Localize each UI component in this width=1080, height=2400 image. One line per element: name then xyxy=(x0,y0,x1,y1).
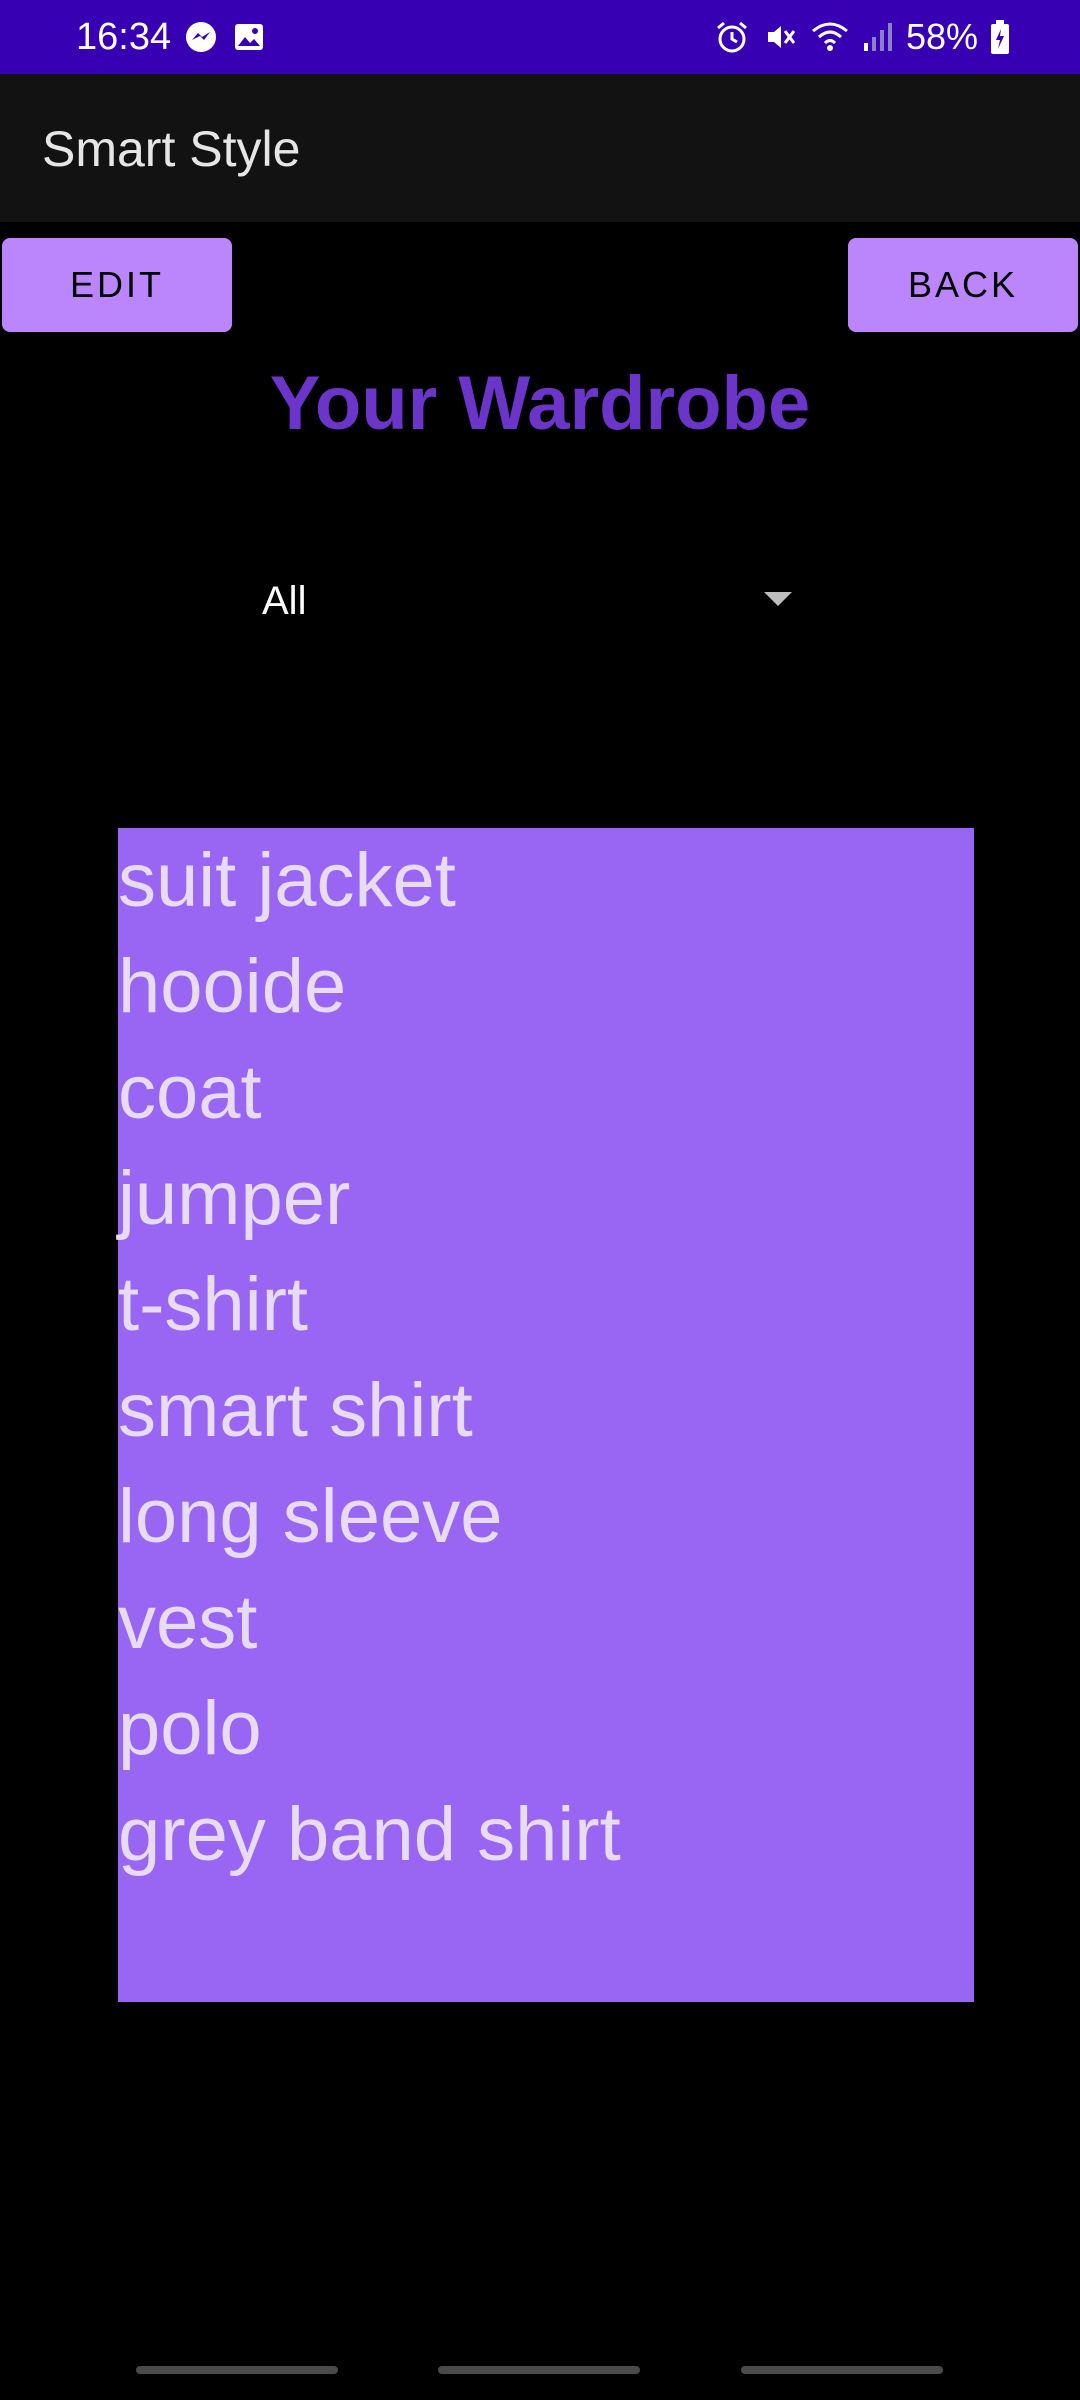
list-item[interactable]: polo xyxy=(118,1676,974,1782)
nav-recents-handle[interactable] xyxy=(136,2366,338,2374)
list-item[interactable]: jumper xyxy=(118,1146,974,1252)
back-button[interactable]: BACK xyxy=(848,238,1078,332)
dropdown-arrow-icon xyxy=(764,592,792,606)
status-left-icons xyxy=(184,20,266,59)
battery-icon xyxy=(990,19,1010,55)
alarm-icon xyxy=(714,19,750,55)
nav-home-handle[interactable] xyxy=(438,2366,640,2374)
status-time: 16:34 xyxy=(76,16,172,58)
messenger-icon xyxy=(184,20,218,59)
list-item[interactable]: t-shirt xyxy=(118,1252,974,1358)
list-item[interactable]: smart shirt xyxy=(118,1358,974,1464)
list-item[interactable]: suit jacket xyxy=(118,828,974,934)
list-item[interactable]: vest xyxy=(118,1570,974,1676)
list-item[interactable]: hooide xyxy=(118,934,974,1040)
category-filter-value: All xyxy=(262,579,307,623)
category-filter-dropdown[interactable]: All xyxy=(244,560,804,644)
nav-back-handle[interactable] xyxy=(741,2366,943,2374)
app-bar: Smart Style xyxy=(0,74,1080,222)
edit-button[interactable]: EDIT xyxy=(2,238,232,332)
list-item[interactable]: long sleeve xyxy=(118,1464,974,1570)
navigation-bar xyxy=(0,2366,1080,2376)
status-bar: 16:34 58% xyxy=(0,0,1080,74)
list-item[interactable]: grey band shirt xyxy=(118,1782,974,1888)
signal-icon xyxy=(862,19,894,55)
status-right: 58% xyxy=(714,14,1010,60)
app-title: Smart Style xyxy=(42,121,301,177)
page-title: Your Wardrobe xyxy=(269,361,811,446)
wardrobe-list: suit jacket hooide coat jumper t-shirt s… xyxy=(118,828,974,2002)
wifi-icon xyxy=(810,19,850,55)
image-icon xyxy=(232,20,266,59)
list-item[interactable]: coat xyxy=(118,1040,974,1146)
mute-icon xyxy=(762,19,798,55)
battery-percentage: 58% xyxy=(905,16,978,57)
